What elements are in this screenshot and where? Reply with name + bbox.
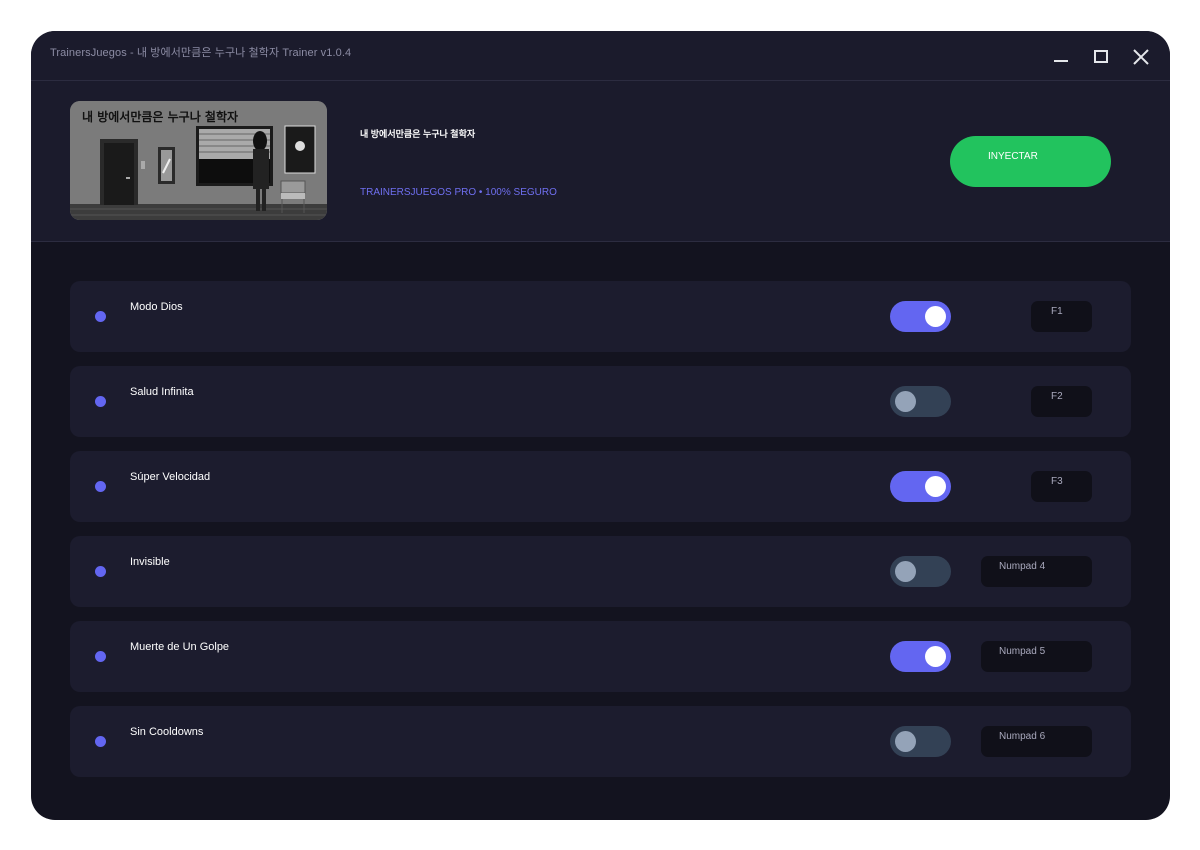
- cheat-toggle[interactable]: [890, 301, 951, 332]
- hotkey-button[interactable]: F1: [1031, 301, 1092, 332]
- hotkey-button[interactable]: F3: [1031, 471, 1092, 502]
- cheat-name: Invisible: [130, 556, 170, 568]
- status-dot-icon: [95, 651, 106, 662]
- game-cover-image: 내 방에서만큼은 누구나 철학자: [70, 101, 327, 220]
- cheat-row: Invisible Numpad 4: [70, 536, 1131, 607]
- cheat-row: Sin Cooldowns Numpad 6: [70, 706, 1131, 777]
- cheat-name: Sin Cooldowns: [130, 726, 204, 738]
- maximize-icon[interactable]: [1089, 45, 1113, 69]
- hotkey-label: Numpad 4: [999, 561, 1046, 572]
- hotkey-label: Numpad 6: [999, 731, 1046, 742]
- status-dot-icon: [95, 736, 106, 747]
- status-dot-icon: [95, 311, 106, 322]
- toggle-knob: [895, 731, 916, 752]
- toggle-knob: [895, 391, 916, 412]
- hotkey-button[interactable]: Numpad 6: [981, 726, 1092, 757]
- hotkey-label: F2: [1051, 391, 1063, 402]
- cheat-name: Salud Infinita: [130, 386, 194, 398]
- toggle-knob: [925, 306, 946, 327]
- minimize-icon[interactable]: [1049, 45, 1073, 69]
- status-dot-icon: [95, 396, 106, 407]
- title-bar: TrainersJuegos - 내 방에서만큼은 누구나 철학자 Traine…: [31, 31, 1170, 81]
- hotkey-label: F1: [1051, 306, 1063, 317]
- hotkey-button[interactable]: Numpad 4: [981, 556, 1092, 587]
- cheat-toggle[interactable]: [890, 471, 951, 502]
- game-title: 내 방에서만큼은 누구나 철학자: [360, 129, 476, 139]
- hotkey-label: Numpad 5: [999, 646, 1046, 657]
- cheat-name: Muerte de Un Golpe: [130, 641, 230, 653]
- cheat-row: Súper Velocidad F3: [70, 451, 1131, 522]
- trainer-window: TrainersJuegos - 내 방에서만큼은 누구나 철학자 Traine…: [31, 31, 1170, 820]
- hotkey-label: F3: [1051, 476, 1063, 487]
- cheat-toggle[interactable]: [890, 726, 951, 757]
- window-title: TrainersJuegos - 내 방에서만큼은 누구나 철학자 Traine…: [50, 47, 352, 59]
- cheat-name: Modo Dios: [130, 301, 183, 313]
- inject-button-label: INYECTAR: [988, 151, 1038, 162]
- cheat-row: Salud Infinita F2: [70, 366, 1131, 437]
- close-icon[interactable]: [1129, 45, 1153, 69]
- cheat-toggle[interactable]: [890, 556, 951, 587]
- hotkey-button[interactable]: F2: [1031, 386, 1092, 417]
- toggle-knob: [895, 561, 916, 582]
- brand-tagline: TRAINERSJUEGOS PRO • 100% SEGURO: [360, 187, 557, 198]
- status-dot-icon: [95, 481, 106, 492]
- inject-button[interactable]: INYECTAR: [950, 136, 1111, 187]
- toggle-knob: [925, 476, 946, 497]
- cheat-toggle[interactable]: [890, 386, 951, 417]
- status-dot-icon: [95, 566, 106, 577]
- cheat-name: Súper Velocidad: [130, 471, 211, 483]
- cheat-row: Modo Dios F1: [70, 281, 1131, 352]
- game-header: 내 방에서만큼은 누구나 철학자 내 방에서만큼은 누구나 철학자 TRAINE…: [31, 81, 1170, 242]
- cheat-row: Muerte de Un Golpe Numpad 5: [70, 621, 1131, 692]
- cheat-toggle[interactable]: [890, 641, 951, 672]
- game-cover-caption: 내 방에서만큼은 누구나 철학자: [82, 110, 239, 124]
- cheat-list: Modo Dios F1 Salud Infinita F2 Súper Vel…: [70, 281, 1131, 791]
- hotkey-button[interactable]: Numpad 5: [981, 641, 1092, 672]
- toggle-knob: [925, 646, 946, 667]
